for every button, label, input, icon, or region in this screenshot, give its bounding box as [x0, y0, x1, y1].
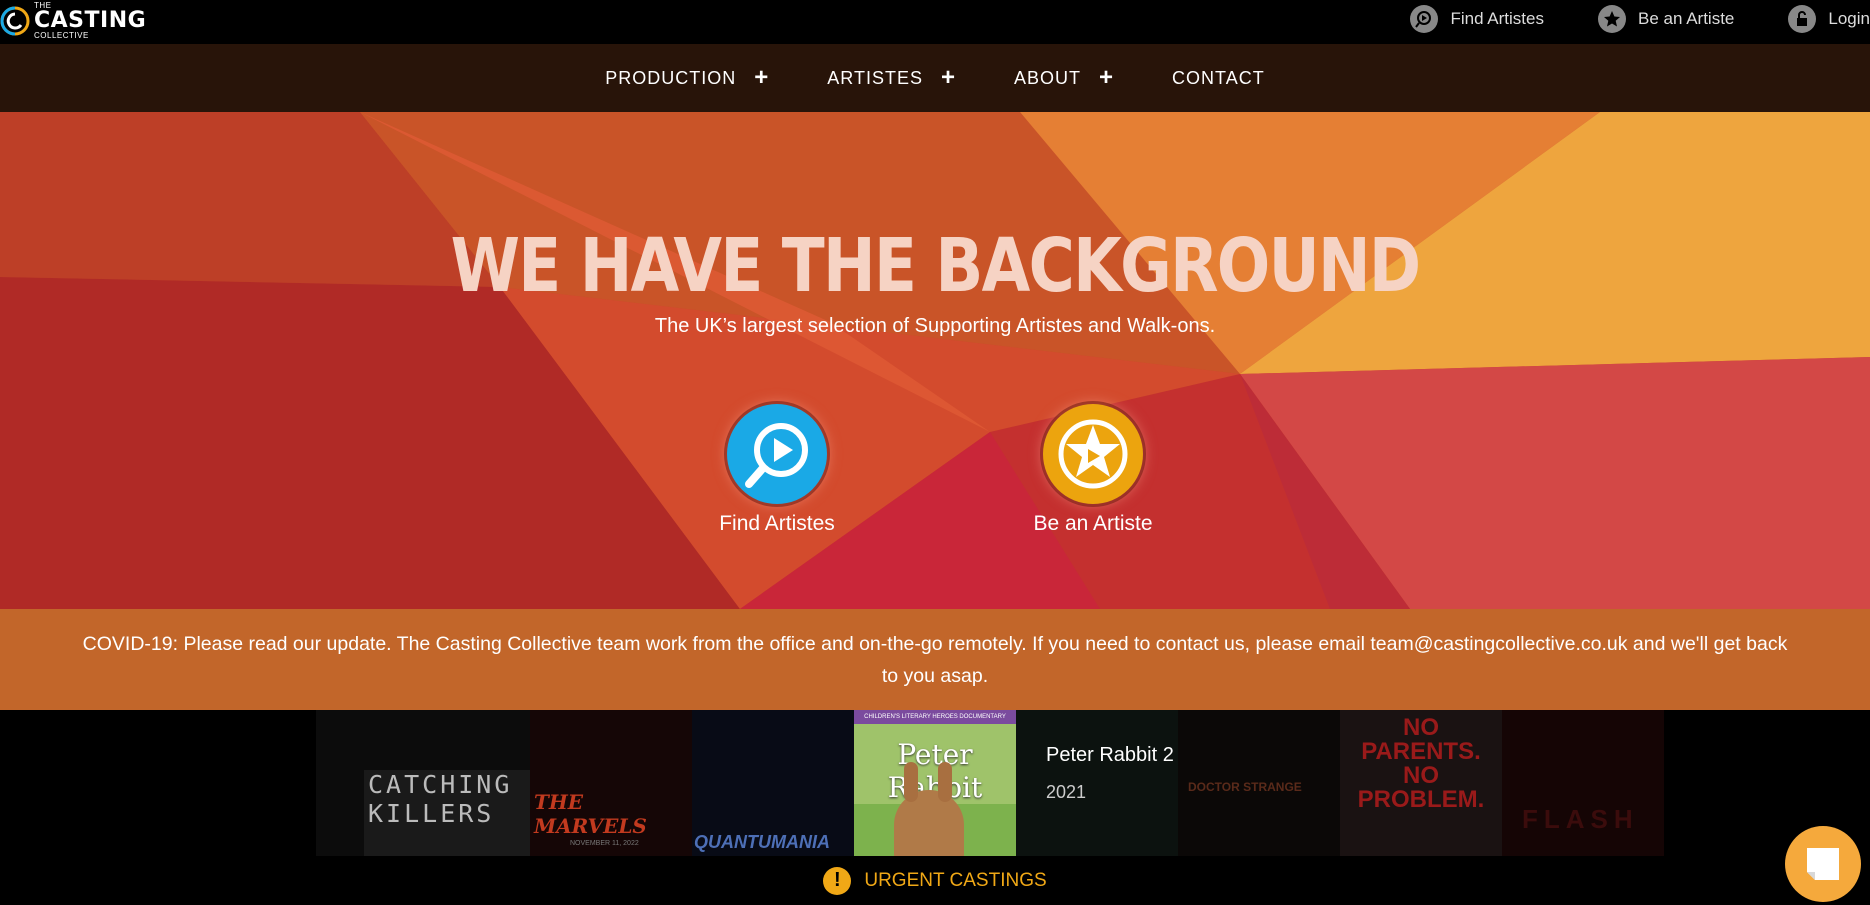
hero-title: WE HAVE THE BACKGROUND	[450, 223, 1422, 309]
poster-quantumania[interactable]: QUANTUMANIA	[692, 710, 854, 856]
poster-date: NOVEMBER 11, 2022	[570, 840, 639, 847]
play-search-icon	[1410, 5, 1439, 33]
poster-peter-rabbit[interactable]: CHILDREN'S LITERARY HEROES DOCUMENTARY S…	[854, 710, 1016, 856]
logo-wordmark: THE CASTING COLLECTIVE	[34, 2, 146, 40]
nav-artistes[interactable]: ARTISTES +	[827, 66, 956, 90]
logo-mark-icon	[0, 6, 30, 36]
nav-label: ARTISTES	[827, 67, 923, 88]
hero-background	[0, 112, 1870, 609]
poster-no-parents[interactable]: NO PARENTS. NO PROBLEM.	[1340, 710, 1502, 856]
top-links: Find Artistes Be an Artiste Login	[1356, 0, 1870, 38]
poster-title: CATCHING KILLERS	[368, 770, 513, 828]
featured-film-year: 2021	[1046, 782, 1087, 802]
poster-title: FLASH	[1522, 804, 1639, 834]
logo-big-text: CASTING	[34, 8, 147, 33]
film-carousel[interactable]: CATCHING KILLERS THE MARVELS NOVEMBER 11…	[0, 710, 1870, 856]
cta-label: Be an Artiste	[1033, 512, 1153, 535]
top-bar: THE CASTING COLLECTIVE Find Artistes Be …	[0, 0, 1870, 44]
poster-catching-killers[interactable]: CATCHING KILLERS	[316, 710, 530, 856]
toplink-be-an-artiste[interactable]: Be an Artiste	[1598, 5, 1734, 33]
nav-about[interactable]: ABOUT +	[1014, 66, 1114, 90]
chat-icon	[1807, 848, 1839, 880]
chat-button[interactable]	[1785, 826, 1861, 902]
nav-label: CONTACT	[1172, 67, 1265, 88]
plus-icon: +	[941, 64, 957, 91]
nav-contact[interactable]: CONTACT	[1172, 68, 1265, 89]
logo-sub-text: COLLECTIVE	[34, 31, 89, 40]
toplink-label: Be an Artiste	[1638, 9, 1735, 28]
toplink-login[interactable]: Login	[1788, 5, 1870, 33]
nav-label: PRODUCTION	[605, 67, 737, 88]
urgent-castings-label: URGENT CASTINGS	[864, 869, 1047, 891]
poster-title: QUANTUMANIA	[694, 832, 830, 852]
warning-icon: !	[823, 866, 852, 895]
cta-label: Find Artistes	[719, 512, 835, 535]
plus-icon: +	[754, 64, 770, 91]
poster-the-marvels[interactable]: THE MARVELS NOVEMBER 11, 2022	[530, 710, 692, 856]
nav-label: ABOUT	[1014, 67, 1082, 88]
nav-production[interactable]: PRODUCTION +	[605, 66, 769, 90]
star-icon	[1598, 5, 1626, 33]
poster-title: NO PARENTS. NO PROBLEM.	[1357, 714, 1485, 813]
covid-notice: COVID-19: Please read our update. The Ca…	[0, 609, 1870, 710]
urgent-castings-link[interactable]: ! URGENT CASTINGS	[0, 856, 1870, 905]
poster-doctor-strange[interactable]: DOCTOR STRANGE	[1178, 710, 1340, 856]
toplink-find-artistes[interactable]: Find Artistes	[1410, 5, 1544, 33]
featured-film-title[interactable]: Peter Rabbit 2	[1046, 744, 1174, 767]
cta-be-an-artiste[interactable]: Be an Artiste	[993, 404, 1193, 536]
site-logo[interactable]: THE CASTING COLLECTIVE	[0, 2, 146, 40]
lock-icon	[1788, 5, 1817, 33]
main-nav: PRODUCTION + ARTISTES + ABOUT + CONTACT	[0, 44, 1870, 112]
plus-icon: +	[1099, 64, 1115, 91]
toplink-label: Find Artistes	[1450, 9, 1544, 28]
poster-title: THE MARVELS	[534, 790, 647, 838]
poster-flash[interactable]: FLASH	[1502, 710, 1664, 856]
poster-banner: CHILDREN'S LITERARY HEROES DOCUMENTARY S…	[854, 710, 1016, 734]
hero-section: WE HAVE THE BACKGROUND The UK’s largest …	[0, 112, 1870, 609]
poster-peter-rabbit-2[interactable]	[1016, 710, 1178, 856]
find-artistes-icon	[727, 404, 827, 504]
cta-find-artistes[interactable]: Find Artistes	[677, 404, 877, 536]
be-an-artiste-icon	[1043, 404, 1143, 504]
poster-title: DOCTOR STRANGE	[1188, 780, 1302, 794]
hero-subtitle: The UK’s largest selection of Supporting…	[654, 315, 1216, 337]
toplink-label: Login	[1828, 9, 1870, 28]
